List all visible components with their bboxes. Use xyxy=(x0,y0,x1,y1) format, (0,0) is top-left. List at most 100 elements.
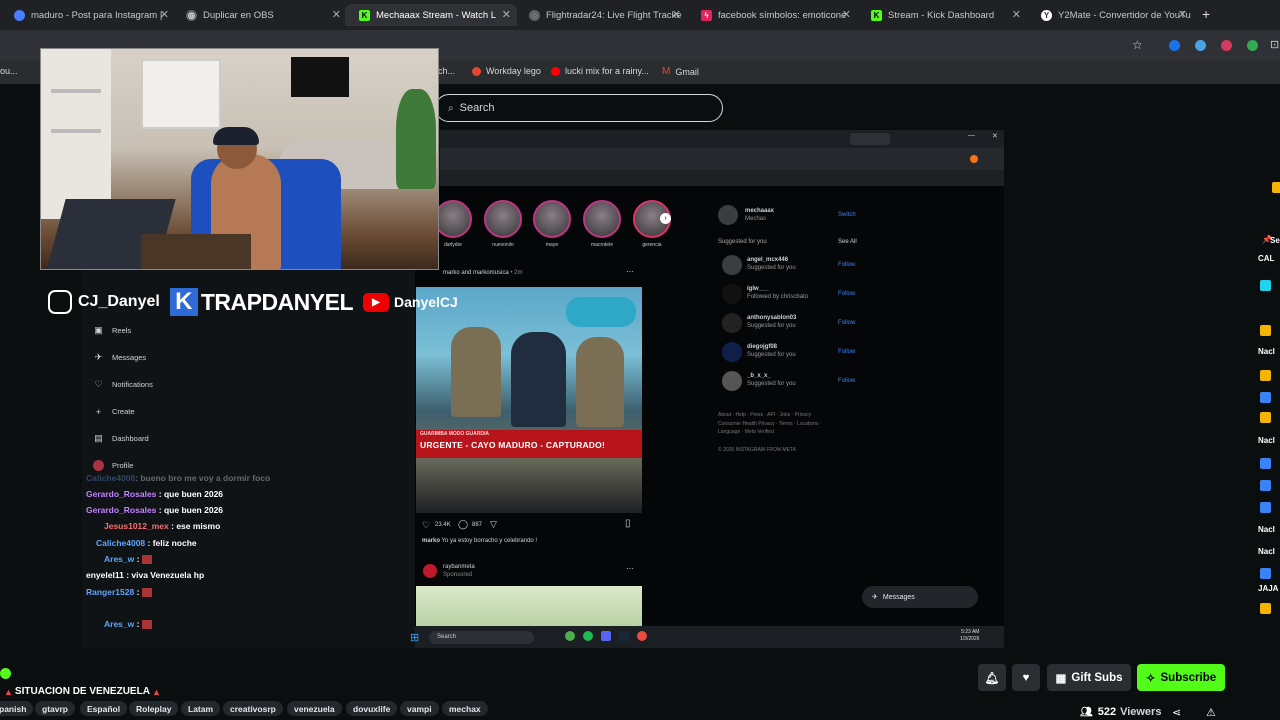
taskbar-app-icon[interactable] xyxy=(601,631,611,641)
taskbar-app-icon[interactable] xyxy=(583,631,593,641)
tag[interactable]: creativosrp xyxy=(223,701,283,716)
switch-link[interactable]: Switch xyxy=(838,212,856,218)
save-icon[interactable]: ▯ xyxy=(625,518,631,529)
windows-start-icon[interactable]: ⊞ xyxy=(410,631,419,644)
suggested-avatar[interactable] xyxy=(722,342,742,362)
new-tab-button[interactable]: + xyxy=(1202,6,1210,22)
extension-icon[interactable] xyxy=(1247,40,1258,51)
tag[interactable]: panish xyxy=(0,701,34,716)
story-avatar[interactable] xyxy=(484,200,522,238)
suggested-user[interactable]: angel_mcx446 xyxy=(747,257,788,263)
post-author[interactable]: marko and markomusica • 2m xyxy=(443,270,522,276)
sponsored-image[interactable] xyxy=(416,586,642,626)
suggested-avatar[interactable] xyxy=(722,313,742,333)
profile-user[interactable]: mechaaax xyxy=(745,208,774,214)
nav-notifications[interactable]: ♡ Notifications xyxy=(93,379,152,390)
bookmark-gmail[interactable]: M Gmail xyxy=(662,66,699,77)
profile-avatar[interactable] xyxy=(718,205,738,225)
tab-kick-dashboard[interactable]: K Stream - Kick Dashboard ✕ xyxy=(857,4,1027,26)
taskbar-app-icon[interactable] xyxy=(637,631,647,641)
chat-message: Gerardo_Rosales : que buen 2026 xyxy=(86,505,224,515)
bookmark-item[interactable]: ou... xyxy=(0,66,18,76)
extension-icon[interactable] xyxy=(1221,40,1232,51)
report-icon[interactable]: ⚠ xyxy=(1206,706,1216,719)
follow-button[interactable]: Follow xyxy=(838,291,855,297)
story-avatar[interactable] xyxy=(434,200,472,238)
taskbar-search[interactable]: Search xyxy=(429,631,534,644)
sponsored-avatar[interactable] xyxy=(423,564,437,578)
close-icon[interactable]: ✕ xyxy=(160,8,169,21)
tag[interactable]: Roleplay xyxy=(129,701,179,716)
suggested-avatar[interactable] xyxy=(722,284,742,304)
tag[interactable]: venezuela xyxy=(287,701,342,716)
share-icon[interactable]: ▽ xyxy=(490,519,497,530)
tab-maduro[interactable]: maduro - Post para Instagram | ✕ xyxy=(0,4,175,26)
tag[interactable]: gtavrp xyxy=(35,701,75,716)
tab-flightradar[interactable]: ◌ Flightradar24: Live Flight Tracke ✕ xyxy=(515,4,687,26)
chat-message: Gerardo_Rosales : que buen 2026 xyxy=(86,489,224,499)
badge-icon xyxy=(1260,325,1271,336)
tag[interactable]: Español xyxy=(80,701,128,716)
close-icon[interactable]: ✕ xyxy=(672,8,681,21)
follow-button[interactable]: Follow xyxy=(838,378,855,384)
more-options-icon[interactable]: ⋯ xyxy=(626,267,634,276)
see-all-link[interactable]: See All xyxy=(838,239,857,245)
tab-y2mate[interactable]: Y Y2Mate - Convertidor de YouTu ✕ xyxy=(1027,4,1193,26)
close-icon[interactable]: ✕ xyxy=(842,8,851,21)
nav-dashboard[interactable]: ▤ Dashboard xyxy=(93,433,148,444)
messages-pill[interactable]: ✈ Messages xyxy=(862,586,978,608)
suggested-user[interactable]: anthonysablon03 xyxy=(747,315,796,321)
share-icon[interactable]: ⋖ xyxy=(1172,706,1181,719)
close-icon[interactable]: ✕ xyxy=(1178,8,1187,21)
like-count: 23.4K xyxy=(435,522,451,528)
story-avatar[interactable] xyxy=(533,200,571,238)
suggested-avatar[interactable] xyxy=(722,371,742,391)
extension-icon[interactable] xyxy=(1195,40,1206,51)
tag[interactable]: dovuxlife xyxy=(346,701,398,716)
suggested-avatar[interactable] xyxy=(722,255,742,275)
close-icon[interactable]: ✕ xyxy=(502,8,511,21)
story-avatar[interactable] xyxy=(583,200,621,238)
sponsored-user[interactable]: raybanmeta xyxy=(443,564,475,570)
nav-create[interactable]: + Create xyxy=(93,406,135,417)
close-icon[interactable]: ✕ xyxy=(332,8,341,21)
taskbar-app-icon[interactable] xyxy=(565,631,575,641)
chevron-right-icon[interactable]: › xyxy=(660,213,671,224)
search-input[interactable]: ⌕ Search xyxy=(435,94,723,122)
like-icon[interactable]: ♡ xyxy=(422,520,430,531)
bookmark-star-icon[interactable]: ☆ xyxy=(1132,38,1143,52)
taskbar-app-icon[interactable] xyxy=(619,631,629,641)
follow-heart-button[interactable]: ♥ xyxy=(1012,664,1040,691)
notifications-button[interactable]: 🔔︎ xyxy=(978,664,1006,691)
bookmark-item[interactable]: ch... xyxy=(438,66,455,76)
tag[interactable]: Latam xyxy=(181,701,221,716)
bookmark-workday-lego[interactable]: Workday lego xyxy=(472,66,541,76)
star-icon: ✧ xyxy=(1145,672,1156,685)
nav-profile[interactable]: Profile xyxy=(93,460,133,471)
chat-message: Ares_w : xyxy=(86,554,152,565)
post-caption: marko Yo ya estoy borracho y celebrando … xyxy=(422,538,538,544)
comment-icon[interactable]: ◯ xyxy=(458,519,468,530)
gift-subs-button[interactable]: ▦ Gift Subs xyxy=(1047,664,1131,691)
extensions-puzzle-icon[interactable]: ⊡ xyxy=(1270,38,1279,51)
extension-icon[interactable] xyxy=(1169,40,1180,51)
suggested-user[interactable]: _b_x_x_ xyxy=(747,373,771,379)
tab-obs[interactable]: ◎ Duplicar en OBS ✕ xyxy=(172,4,347,26)
youtube-handle: ▶ DanyelCJ xyxy=(363,292,458,312)
follow-button[interactable]: Follow xyxy=(838,262,855,268)
follow-button[interactable]: Follow xyxy=(838,320,855,326)
suggested-user[interactable]: iglw___ xyxy=(747,286,769,292)
bookmark-lucki-mix[interactable]: lucki mix for a rainy... xyxy=(551,66,649,76)
tag[interactable]: mechax xyxy=(442,701,488,716)
close-icon[interactable]: ✕ xyxy=(1012,8,1021,21)
nav-messages[interactable]: ✈ Messages xyxy=(93,352,146,363)
suggested-user[interactable]: diegojgf08 xyxy=(747,344,777,350)
follow-button[interactable]: Follow xyxy=(838,349,855,355)
tag[interactable]: vampi xyxy=(400,701,439,716)
more-options-icon[interactable]: ⋯ xyxy=(626,564,634,573)
tab-facebook-symbols[interactable]: ϟ facebook símbolos: emoticone ✕ xyxy=(687,4,857,26)
tab-mechaaax-stream[interactable]: K Mechaaax Stream - Watch L ✕ xyxy=(345,4,517,26)
nav-reels[interactable]: ▣ Reels xyxy=(93,325,131,336)
chat-message: Nacl xyxy=(1258,347,1275,356)
subscribe-button[interactable]: ✧ Subscribe xyxy=(1137,664,1225,691)
